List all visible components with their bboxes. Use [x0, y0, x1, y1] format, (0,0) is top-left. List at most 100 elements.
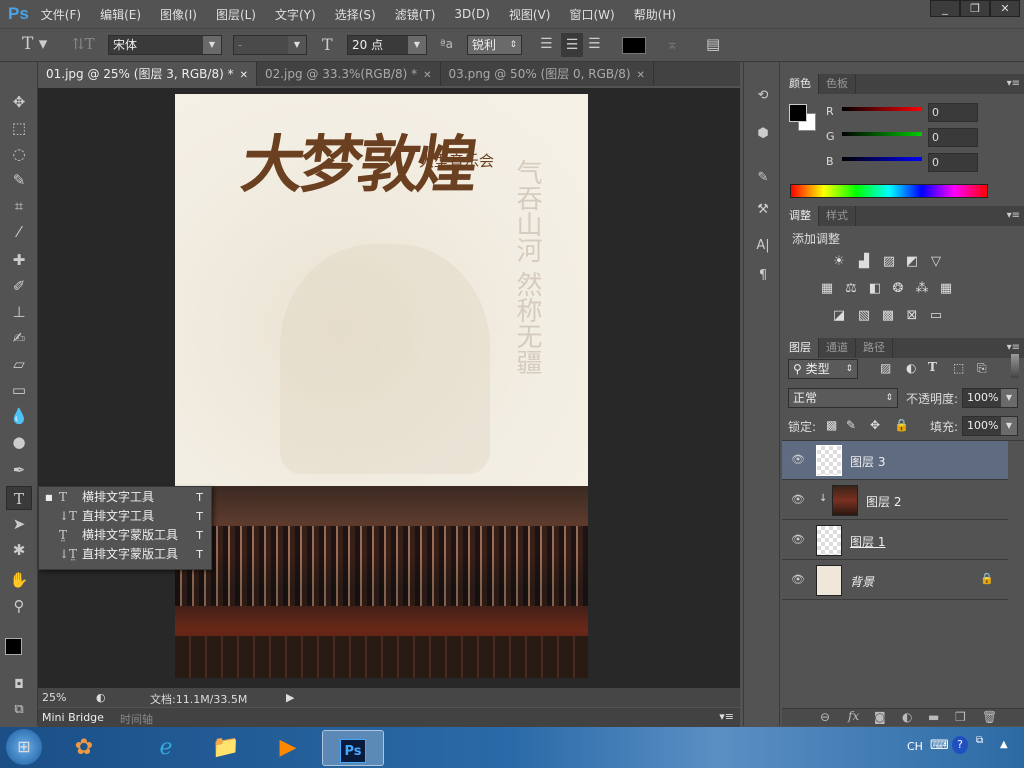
menu-filter[interactable]: 滤镜(T)	[395, 6, 436, 23]
menu-edit[interactable]: 编辑(E)	[100, 6, 141, 23]
color-balance-icon[interactable]: ⚖	[842, 281, 860, 297]
link-layers-icon[interactable]: ⊖	[820, 710, 830, 724]
g-value[interactable]: 0	[928, 128, 978, 147]
layer-row-1[interactable]: 👁 图层 1	[782, 521, 1008, 560]
3d-icon[interactable]: ⬢	[752, 126, 774, 146]
character-icon[interactable]: A|	[752, 238, 774, 258]
paragraph-icon[interactable]: ¶	[752, 268, 774, 288]
pixel-layer-filter-icon[interactable]: ▨	[880, 361, 891, 375]
channel-mixer-icon[interactable]: ⁂	[913, 281, 931, 297]
gradient-map-icon[interactable]: ▭	[927, 308, 945, 324]
tab-swatches[interactable]: 色板	[819, 74, 856, 94]
character-panel-icon[interactable]: ▤	[706, 35, 720, 53]
options-icon[interactable]: ⧉	[976, 735, 983, 746]
curves-icon[interactable]: ▨	[880, 254, 898, 270]
document-canvas[interactable]: 大梦敦煌 大型音乐会 气吞山河 然称无疆	[175, 94, 588, 678]
language-indicator[interactable]: CH	[907, 740, 923, 753]
exposure-icon[interactable]: ◩	[903, 254, 921, 270]
add-mask-icon[interactable]: ◙	[874, 710, 886, 724]
delete-layer-icon[interactable]: 🗑	[982, 710, 997, 724]
new-group-icon[interactable]: ▬	[928, 710, 939, 724]
invert-icon[interactable]: ◪	[830, 308, 848, 324]
color-spectrum-bar[interactable]	[790, 184, 988, 198]
menu-view[interactable]: 视图(V)	[509, 6, 551, 23]
b-slider[interactable]	[842, 157, 922, 161]
r-value[interactable]: 0	[928, 103, 978, 122]
black-white-icon[interactable]: ◧	[866, 281, 884, 297]
font-size-input[interactable]: 20 点 ▼	[347, 35, 427, 55]
adjustment-layer-filter-icon[interactable]: ◐	[906, 361, 916, 375]
levels-icon[interactable]: ▟	[855, 254, 873, 270]
shape-tool-icon[interactable]: ✱	[6, 538, 32, 562]
brush-tool-icon[interactable]: ✐	[6, 274, 32, 298]
flyout-vertical-type-mask-tool[interactable]: ↓T̤ 直排文字蒙版工具 T	[39, 545, 211, 564]
align-center-icon[interactable]: ☰	[561, 33, 583, 57]
blur-tool-icon[interactable]: 💧	[6, 404, 32, 428]
selective-color-icon[interactable]: ⊠	[903, 308, 921, 324]
foreground-color-swatch[interactable]	[5, 638, 22, 655]
visibility-eye-icon[interactable]: 👁	[791, 493, 805, 506]
opacity-input[interactable]: 100% ▼	[962, 388, 1018, 408]
tool-preset-icon[interactable]: ⚒	[752, 202, 774, 222]
brightness-icon[interactable]: ☀	[830, 254, 848, 270]
minimize-button[interactable]: _	[930, 0, 960, 17]
color-lookup-icon[interactable]: ▦	[937, 281, 955, 297]
restore-button[interactable]: ❐	[960, 0, 990, 17]
toggle-orientation-icon[interactable]: ⇅T	[72, 35, 95, 53]
new-layer-icon[interactable]: ❐	[955, 710, 966, 724]
b-value[interactable]: 0	[928, 153, 978, 172]
tab-02-jpg[interactable]: 02.jpg @ 33.3%(RGB/8) * ✕	[257, 62, 441, 86]
close-icon[interactable]: ✕	[423, 70, 431, 81]
layer-row-2[interactable]: 👁 ↓ 图层 2	[782, 481, 1008, 520]
warp-text-icon[interactable]: ⌅	[666, 35, 679, 53]
tab-channels[interactable]: 通道	[819, 338, 856, 358]
r-slider[interactable]	[842, 107, 922, 111]
internet-explorer-icon[interactable]: ℯ	[146, 730, 186, 766]
type-tool-preset-icon[interactable]: T ▾	[22, 34, 47, 54]
posterize-icon[interactable]: ▧	[855, 308, 873, 324]
eraser-tool-icon[interactable]: ▱	[6, 352, 32, 376]
menu-type[interactable]: 文字(Y)	[275, 6, 316, 23]
type-tool-icon[interactable]: T	[6, 486, 32, 510]
quick-select-tool-icon[interactable]: ✎	[6, 168, 32, 192]
foreground-color-swatch[interactable]	[789, 104, 807, 122]
tab-03-png[interactable]: 03.png @ 50% (图层 0, RGB/8) ✕	[441, 62, 654, 86]
panel-menu-icon[interactable]: ▾≡	[1007, 206, 1020, 226]
screen-mode-icon[interactable]: ⧉	[6, 698, 32, 722]
tab-timeline[interactable]: 时间轴	[120, 711, 153, 727]
menu-help[interactable]: 帮助(H)	[634, 6, 676, 23]
text-color-swatch[interactable]	[622, 37, 646, 54]
path-select-tool-icon[interactable]: ➤	[6, 512, 32, 536]
flyout-horizontal-type-tool[interactable]: ■ T 横排文字工具 T	[39, 488, 211, 507]
tab-01-jpg[interactable]: 01.jpg @ 25% (图层 3, RGB/8) * ✕	[38, 62, 257, 86]
menu-file[interactable]: 文件(F)	[41, 6, 81, 23]
pen-tool-icon[interactable]: ✒	[6, 458, 32, 482]
status-menu-arrow-icon[interactable]: ▶	[286, 691, 294, 704]
visibility-eye-icon[interactable]: 👁	[791, 453, 805, 466]
tab-color[interactable]: 颜色	[782, 74, 819, 94]
tab-layers[interactable]: 图层	[782, 338, 819, 358]
show-hidden-icons-arrow[interactable]: ▲	[1000, 739, 1008, 750]
fx-icon[interactable]: fx	[848, 709, 859, 723]
hand-tool-icon[interactable]: ✋	[6, 568, 32, 592]
visibility-eye-icon[interactable]: 👁	[791, 573, 805, 586]
crop-tool-icon[interactable]: ⌗	[6, 194, 32, 218]
lock-image-icon[interactable]: ✎	[846, 418, 856, 432]
healing-brush-tool-icon[interactable]: ✚	[6, 248, 32, 272]
menu-image[interactable]: 图像(I)	[160, 6, 197, 23]
gradient-tool-icon[interactable]: ▭	[6, 378, 32, 402]
visibility-eye-icon[interactable]: 👁	[791, 533, 805, 546]
media-player-icon[interactable]: ▶	[268, 730, 308, 766]
tab-adjustments[interactable]: 调整	[782, 206, 819, 226]
layer-filter-select[interactable]: ⚲ 类型 ⇕	[788, 359, 858, 379]
align-right-icon[interactable]: ☰	[588, 36, 601, 52]
shape-layer-filter-icon[interactable]: ⬚	[953, 361, 964, 375]
move-tool-icon[interactable]: ✥	[6, 90, 32, 114]
lock-transparent-icon[interactable]: ▩	[826, 418, 837, 432]
keyboard-icon[interactable]: ⌨	[930, 738, 949, 753]
close-button[interactable]: ✕	[990, 0, 1020, 17]
blend-mode-select[interactable]: 正常 ⇕	[788, 388, 898, 408]
history-brush-tool-icon[interactable]: ✍	[6, 326, 32, 350]
eyedropper-tool-icon[interactable]: ⁄	[6, 220, 32, 244]
tab-paths[interactable]: 路径	[856, 338, 893, 358]
